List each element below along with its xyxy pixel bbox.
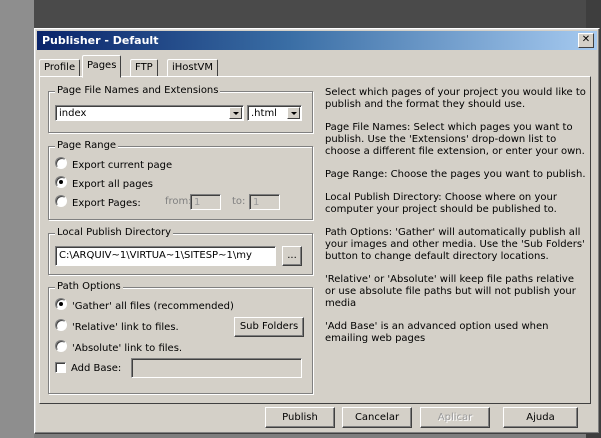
radio-button[interactable] (55, 176, 67, 188)
local-publish-directory-legend: Local Publish Directory (55, 227, 174, 238)
relative-link-radio[interactable]: 'Relative' link to files. (55, 319, 179, 333)
path-options-legend: Path Options (55, 281, 123, 292)
help-button[interactable]: Ajuda (503, 407, 578, 428)
page-file-names-legend: Page File Names and Extensions (55, 85, 221, 96)
radio-button[interactable] (55, 298, 67, 310)
chevron-down-icon[interactable] (229, 107, 242, 119)
radio-label: Export all pages (72, 179, 153, 190)
add-base-input[interactable] (131, 358, 302, 378)
publish-directory-input[interactable]: C:\ARQUIV~1\VIRTUA~1\SITESP~1\my (55, 246, 276, 266)
help-paragraph: Select which pages of your project you w… (325, 87, 586, 110)
path-options-group: Path Options 'Gather' all files (recomme… (48, 281, 313, 394)
chevron-down-icon[interactable] (287, 107, 300, 119)
radio-button[interactable] (55, 157, 67, 169)
extension-value: .html (251, 108, 277, 119)
absolute-link-radio[interactable]: 'Absolute' link to files. (55, 340, 182, 354)
desktop-background-left (0, 0, 34, 438)
export-current-page-radio[interactable]: Export current page (55, 157, 172, 171)
page-name-combobox[interactable]: index (55, 105, 244, 121)
checkbox[interactable] (55, 362, 66, 373)
radio-label: Export Pages: (72, 198, 141, 209)
browse-button[interactable]: ... (282, 246, 302, 266)
tab-pages[interactable]: Pages (82, 55, 122, 78)
help-paragraph: Path Options: 'Gather' will automaticall… (325, 227, 585, 262)
help-paragraph: Local Publish Directory: Choose where on… (325, 192, 557, 215)
sub-folders-button[interactable]: Sub Folders (234, 317, 304, 337)
radio-button[interactable] (55, 195, 67, 207)
apply-button[interactable]: Aplicar (420, 407, 490, 428)
to-page-field[interactable]: 1 (249, 194, 280, 210)
tab-profile[interactable]: Profile (39, 59, 81, 77)
page-range-group: Page Range Export current page Export al… (48, 140, 313, 220)
radio-label: 'Gather' all files (recommended) (72, 301, 234, 312)
from-label: from: (165, 196, 192, 207)
publish-button[interactable]: Publish (265, 407, 335, 428)
page-name-value: index (59, 108, 87, 119)
pages-tab-panel: Page File Names and Extensions index .ht… (39, 76, 591, 404)
help-paragraph: 'Relative' or 'Absolute' will keep file … (325, 274, 576, 309)
extension-combobox[interactable]: .html (247, 105, 302, 121)
page-range-legend: Page Range (55, 140, 119, 151)
title-bar[interactable]: Publisher - Default ✕ (37, 31, 597, 50)
tab-ftp[interactable]: FTP (130, 59, 158, 77)
help-paragraph: 'Add Base' is an advanced option used wh… (325, 321, 549, 344)
radio-button[interactable] (55, 319, 67, 331)
publisher-dialog: Publisher - Default ✕ Profile Pages FTP … (34, 28, 600, 434)
help-paragraph: Page Range: Choose the pages you want to… (325, 169, 586, 180)
close-icon: ✕ (581, 34, 591, 45)
export-all-pages-radio[interactable]: Export all pages (55, 176, 153, 190)
close-button[interactable]: ✕ (578, 33, 594, 48)
window-title: Publisher - Default (42, 34, 159, 47)
gather-files-radio[interactable]: 'Gather' all files (recommended) (55, 298, 234, 312)
radio-label: 'Relative' link to files. (72, 322, 179, 333)
local-publish-directory-group: Local Publish Directory C:\ARQUIV~1\VIRT… (48, 227, 313, 275)
checkbox-label: Add Base: (71, 363, 122, 374)
help-text-panel: Select which pages of your project you w… (325, 87, 587, 356)
export-pages-radio[interactable]: Export Pages: (55, 195, 141, 209)
add-base-checkbox[interactable]: Add Base: (55, 362, 121, 376)
page-file-names-group: Page File Names and Extensions index .ht… (48, 85, 313, 133)
radio-button[interactable] (55, 340, 67, 352)
from-page-field[interactable]: 1 (190, 194, 221, 210)
tab-ihostvm[interactable]: iHostVM (167, 59, 219, 77)
radio-label: Export current page (72, 160, 173, 171)
cancel-button[interactable]: Cancelar (342, 407, 412, 428)
help-paragraph: Page File Names: Select which pages you … (325, 122, 585, 157)
to-label: to: (232, 196, 246, 207)
radio-label: 'Absolute' link to files. (72, 343, 183, 354)
